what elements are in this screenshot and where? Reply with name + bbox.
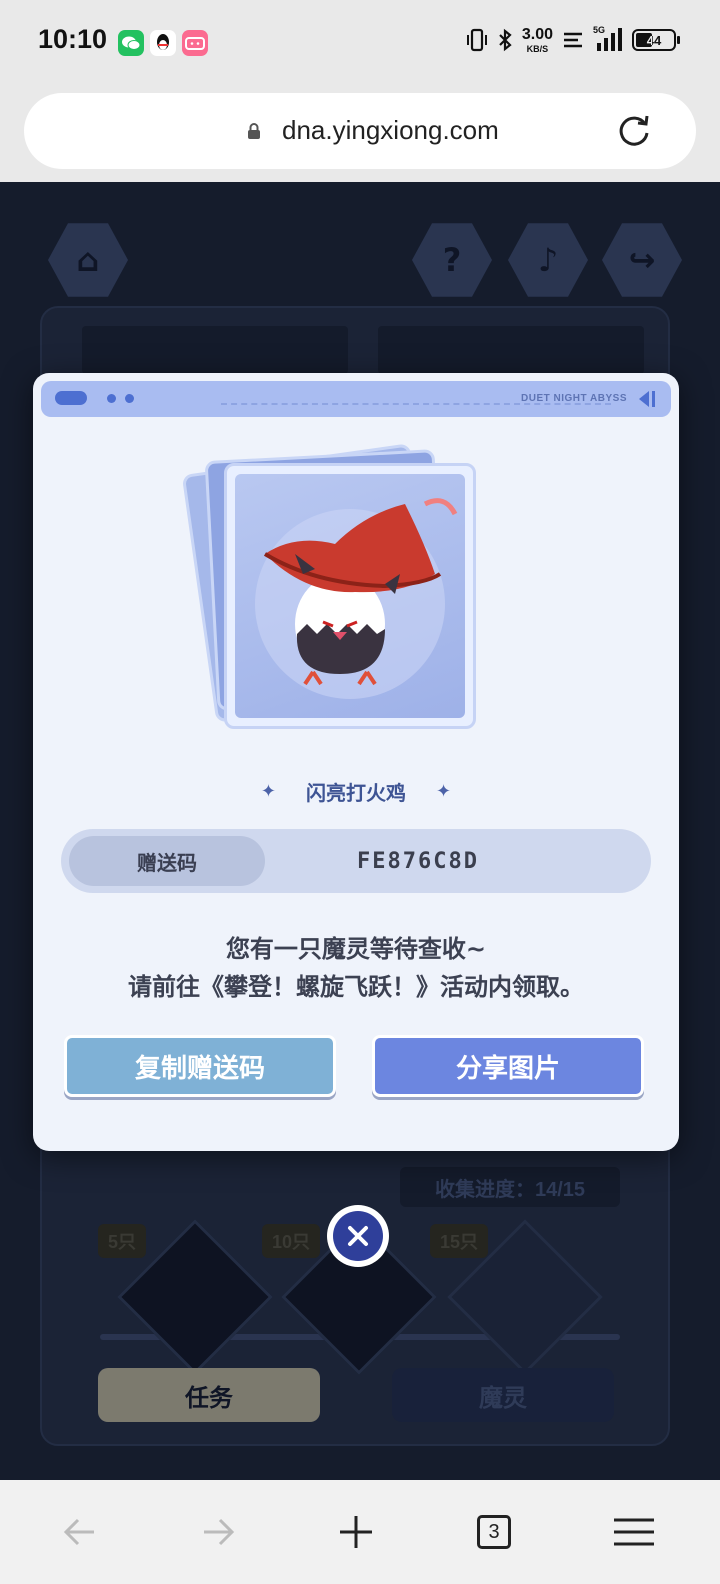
url-text: dna.yingxiong.com <box>282 115 499 145</box>
modal-header-bar: DUET NIGHT ABYSS <box>41 381 671 417</box>
milestone-label-2: 10只 <box>262 1224 321 1258</box>
vibrate-icon <box>466 28 487 52</box>
copy-code-button[interactable]: 复制赠送码 <box>64 1035 336 1097</box>
wechat-icon <box>118 30 144 56</box>
help-icon[interactable]: ? <box>412 223 492 297</box>
menu-icon <box>614 1518 654 1546</box>
pet-name: 闪亮打火鸡 <box>306 781 406 805</box>
spirit-button[interactable]: 魔灵 <box>392 1368 614 1422</box>
forward-button[interactable] <box>188 1502 248 1562</box>
share-icon[interactable]: ↪ <box>602 223 682 297</box>
arrow-right-icon <box>204 1518 235 1546</box>
header-arrow-icon <box>639 391 655 407</box>
tabs-button[interactable]: 3 <box>464 1502 524 1562</box>
back-button[interactable] <box>50 1502 110 1562</box>
message-line-2: 请前往《攀登！螺旋飞跃！》活动内领取。 <box>128 973 584 1001</box>
gift-code-box: 赠送码 FE876C8D <box>61 829 651 893</box>
status-bar: 10:10 3.00 KB/S 5G 44 <box>0 0 720 86</box>
tab-count: 3 <box>477 1515 511 1549</box>
milestone-label-3: 15只 <box>430 1224 489 1258</box>
home-icon[interactable]: ⌂ <box>48 223 128 297</box>
net-speed: 3.00 KB/S <box>521 26 553 54</box>
panel-tab-left[interactable] <box>82 326 348 374</box>
battery-icon: 44 <box>632 29 680 51</box>
collect-progress: 收集进度：14/15 <box>400 1167 620 1207</box>
share-image-button[interactable]: 分享图片 <box>372 1035 644 1097</box>
data-transfer-icon <box>564 32 582 48</box>
lock-icon <box>248 123 260 139</box>
music-icon[interactable]: ♪ <box>508 223 588 297</box>
bluetooth-icon <box>499 28 512 52</box>
new-tab-button[interactable] <box>326 1502 386 1562</box>
close-modal-button[interactable] <box>327 1205 389 1267</box>
brand-text: DUET NIGHT ABYSS <box>521 393 627 404</box>
task-button[interactable]: 任务 <box>98 1368 320 1422</box>
gift-code-label: 赠送码 <box>69 836 265 886</box>
close-icon <box>348 1226 368 1246</box>
plus-icon <box>340 1516 372 1548</box>
message-line-1: 您有一只魔灵等待查收~ <box>225 935 487 963</box>
arrow-left-icon <box>63 1518 94 1546</box>
address-bar[interactable]: dna.yingxiong.com <box>24 93 696 169</box>
browser-toolbar: dna.yingxiong.com <box>0 86 720 182</box>
sparkle-icon: ✦ <box>260 781 276 802</box>
pet-image <box>235 474 465 718</box>
pet-card <box>224 463 476 729</box>
qq-icon <box>150 30 176 56</box>
menu-button[interactable] <box>604 1502 664 1562</box>
browser-bottom-bar: 3 <box>0 1480 720 1584</box>
clock: 10:10 <box>38 24 108 54</box>
gift-code-value[interactable]: FE876C8D <box>265 829 651 893</box>
milestone-label-1: 5只 <box>98 1224 147 1258</box>
bilibili-icon <box>182 30 208 56</box>
sparkle-icon: ✦ <box>436 781 452 802</box>
gift-modal: DUET NIGHT ABYSS ✦ 闪亮打火鸡 ✦ 赠送码 FE876C8D … <box>33 373 679 1151</box>
panel-tab-right[interactable] <box>378 326 644 374</box>
signal-icon: 5G <box>593 25 623 53</box>
reload-icon[interactable] <box>614 111 654 151</box>
